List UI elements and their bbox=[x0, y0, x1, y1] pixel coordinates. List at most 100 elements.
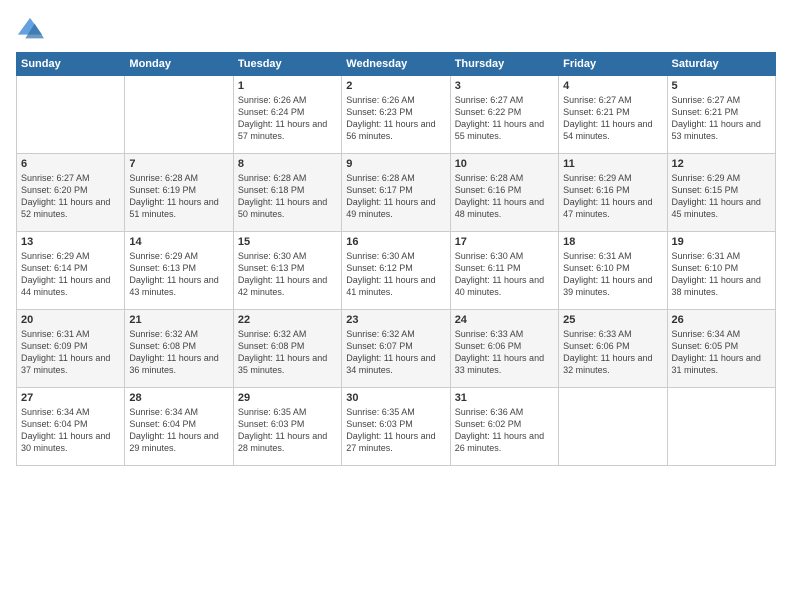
calendar-cell: 31 Sunrise: 6:36 AMSunset: 6:02 PMDayligh… bbox=[450, 388, 558, 466]
day-info: Sunrise: 6:28 AMSunset: 6:16 PMDaylight:… bbox=[455, 172, 554, 221]
day-info: Sunrise: 6:29 AMSunset: 6:14 PMDaylight:… bbox=[21, 250, 120, 299]
calendar-cell: 17 Sunrise: 6:30 AMSunset: 6:11 PMDayligh… bbox=[450, 232, 558, 310]
day-number: 8 bbox=[238, 158, 337, 170]
day-number: 16 bbox=[346, 236, 445, 248]
day-number: 30 bbox=[346, 392, 445, 404]
day-info: Sunrise: 6:27 AMSunset: 6:20 PMDaylight:… bbox=[21, 172, 120, 221]
calendar-cell: 9 Sunrise: 6:28 AMSunset: 6:17 PMDaylight… bbox=[342, 154, 450, 232]
day-number: 17 bbox=[455, 236, 554, 248]
day-info: Sunrise: 6:29 AMSunset: 6:15 PMDaylight:… bbox=[672, 172, 771, 221]
day-number: 22 bbox=[238, 314, 337, 326]
weekday-friday: Friday bbox=[559, 53, 667, 76]
day-info: Sunrise: 6:34 AMSunset: 6:04 PMDaylight:… bbox=[129, 406, 228, 455]
calendar-cell: 3Sunrise: 6:27 AMSunset: 6:22 PMDaylight… bbox=[450, 76, 558, 154]
calendar-cell: 15 Sunrise: 6:30 AMSunset: 6:13 PMDayligh… bbox=[233, 232, 341, 310]
calendar-week-3: 13 Sunrise: 6:29 AMSunset: 6:14 PMDayligh… bbox=[17, 232, 776, 310]
day-info: Sunrise: 6:32 AMSunset: 6:08 PMDaylight:… bbox=[129, 328, 228, 377]
calendar-cell: 27 Sunrise: 6:34 AMSunset: 6:04 PMDayligh… bbox=[17, 388, 125, 466]
calendar-cell: 13 Sunrise: 6:29 AMSunset: 6:14 PMDayligh… bbox=[17, 232, 125, 310]
day-number: 4 bbox=[563, 80, 662, 92]
day-number: 18 bbox=[563, 236, 662, 248]
calendar-header: SundayMondayTuesdayWednesdayThursdayFrid… bbox=[17, 53, 776, 76]
day-info: Sunrise: 6:30 AMSunset: 6:13 PMDaylight:… bbox=[238, 250, 337, 299]
day-number: 9 bbox=[346, 158, 445, 170]
calendar-body: 1Sunrise: 6:26 AMSunset: 6:24 PMDaylight… bbox=[17, 76, 776, 466]
day-info: Sunrise: 6:34 AMSunset: 6:04 PMDaylight:… bbox=[21, 406, 120, 455]
day-info: Sunrise: 6:32 AMSunset: 6:07 PMDaylight:… bbox=[346, 328, 445, 377]
calendar-cell bbox=[17, 76, 125, 154]
day-number: 5 bbox=[672, 80, 771, 92]
weekday-header-row: SundayMondayTuesdayWednesdayThursdayFrid… bbox=[17, 53, 776, 76]
calendar-cell: 10Sunrise: 6:28 AMSunset: 6:16 PMDayligh… bbox=[450, 154, 558, 232]
day-number: 13 bbox=[21, 236, 120, 248]
day-info: Sunrise: 6:26 AMSunset: 6:24 PMDaylight:… bbox=[238, 94, 337, 143]
day-number: 26 bbox=[672, 314, 771, 326]
day-info: Sunrise: 6:36 AMSunset: 6:02 PMDaylight:… bbox=[455, 406, 554, 455]
day-info: Sunrise: 6:34 AMSunset: 6:05 PMDaylight:… bbox=[672, 328, 771, 377]
calendar-cell: 26 Sunrise: 6:34 AMSunset: 6:05 PMDayligh… bbox=[667, 310, 775, 388]
calendar-week-5: 27 Sunrise: 6:34 AMSunset: 6:04 PMDayligh… bbox=[17, 388, 776, 466]
calendar-week-2: 6 Sunrise: 6:27 AMSunset: 6:20 PMDaylight… bbox=[17, 154, 776, 232]
calendar-cell: 30 Sunrise: 6:35 AMSunset: 6:03 PMDayligh… bbox=[342, 388, 450, 466]
day-info: Sunrise: 6:35 AMSunset: 6:03 PMDaylight:… bbox=[346, 406, 445, 455]
day-info: Sunrise: 6:28 AMSunset: 6:18 PMDaylight:… bbox=[238, 172, 337, 221]
calendar-cell: 5 Sunrise: 6:27 AMSunset: 6:21 PMDaylight… bbox=[667, 76, 775, 154]
calendar-cell: 12 Sunrise: 6:29 AMSunset: 6:15 PMDayligh… bbox=[667, 154, 775, 232]
day-number: 21 bbox=[129, 314, 228, 326]
day-info: Sunrise: 6:27 AMSunset: 6:21 PMDaylight:… bbox=[672, 94, 771, 143]
day-info: Sunrise: 6:30 AMSunset: 6:11 PMDaylight:… bbox=[455, 250, 554, 299]
calendar-cell: 23 Sunrise: 6:32 AMSunset: 6:07 PMDayligh… bbox=[342, 310, 450, 388]
calendar-cell: 4 Sunrise: 6:27 AMSunset: 6:21 PMDaylight… bbox=[559, 76, 667, 154]
calendar-cell: 22 Sunrise: 6:32 AMSunset: 6:08 PMDayligh… bbox=[233, 310, 341, 388]
day-info: Sunrise: 6:26 AMSunset: 6:23 PMDaylight:… bbox=[346, 94, 445, 143]
day-info: Sunrise: 6:27 AMSunset: 6:21 PMDaylight:… bbox=[563, 94, 662, 143]
calendar-cell: 24Sunrise: 6:33 AMSunset: 6:06 PMDayligh… bbox=[450, 310, 558, 388]
day-number: 25 bbox=[563, 314, 662, 326]
calendar-cell: 19 Sunrise: 6:31 AMSunset: 6:10 PMDayligh… bbox=[667, 232, 775, 310]
calendar-cell: 7Sunrise: 6:28 AMSunset: 6:19 PMDaylight… bbox=[125, 154, 233, 232]
calendar-cell: 20Sunrise: 6:31 AMSunset: 6:09 PMDayligh… bbox=[17, 310, 125, 388]
day-info: Sunrise: 6:30 AMSunset: 6:12 PMDaylight:… bbox=[346, 250, 445, 299]
calendar-cell: 2Sunrise: 6:26 AMSunset: 6:23 PMDaylight… bbox=[342, 76, 450, 154]
day-number: 11 bbox=[563, 158, 662, 170]
day-number: 14 bbox=[129, 236, 228, 248]
logo-icon bbox=[16, 16, 44, 44]
calendar-cell: 18 Sunrise: 6:31 AMSunset: 6:10 PMDayligh… bbox=[559, 232, 667, 310]
day-number: 27 bbox=[21, 392, 120, 404]
weekday-saturday: Saturday bbox=[667, 53, 775, 76]
calendar-cell bbox=[125, 76, 233, 154]
weekday-sunday: Sunday bbox=[17, 53, 125, 76]
calendar-cell bbox=[667, 388, 775, 466]
day-number: 3 bbox=[455, 80, 554, 92]
calendar-cell: 28 Sunrise: 6:34 AMSunset: 6:04 PMDayligh… bbox=[125, 388, 233, 466]
weekday-thursday: Thursday bbox=[450, 53, 558, 76]
day-number: 28 bbox=[129, 392, 228, 404]
day-info: Sunrise: 6:32 AMSunset: 6:08 PMDaylight:… bbox=[238, 328, 337, 377]
day-info: Sunrise: 6:31 AMSunset: 6:10 PMDaylight:… bbox=[672, 250, 771, 299]
day-number: 20 bbox=[21, 314, 120, 326]
day-number: 12 bbox=[672, 158, 771, 170]
day-number: 29 bbox=[238, 392, 337, 404]
day-number: 31 bbox=[455, 392, 554, 404]
weekday-tuesday: Tuesday bbox=[233, 53, 341, 76]
calendar-cell: 11Sunrise: 6:29 AMSunset: 6:16 PMDayligh… bbox=[559, 154, 667, 232]
day-info: Sunrise: 6:28 AMSunset: 6:17 PMDaylight:… bbox=[346, 172, 445, 221]
day-info: Sunrise: 6:31 AMSunset: 6:10 PMDaylight:… bbox=[563, 250, 662, 299]
page: SundayMondayTuesdayWednesdayThursdayFrid… bbox=[0, 0, 792, 612]
calendar-week-1: 1Sunrise: 6:26 AMSunset: 6:24 PMDaylight… bbox=[17, 76, 776, 154]
calendar-cell: 25 Sunrise: 6:33 AMSunset: 6:06 PMDayligh… bbox=[559, 310, 667, 388]
calendar-week-4: 20Sunrise: 6:31 AMSunset: 6:09 PMDayligh… bbox=[17, 310, 776, 388]
day-number: 6 bbox=[21, 158, 120, 170]
day-info: Sunrise: 6:29 AMSunset: 6:13 PMDaylight:… bbox=[129, 250, 228, 299]
weekday-monday: Monday bbox=[125, 53, 233, 76]
calendar-cell bbox=[559, 388, 667, 466]
day-info: Sunrise: 6:33 AMSunset: 6:06 PMDaylight:… bbox=[455, 328, 554, 377]
header bbox=[16, 16, 776, 44]
weekday-wednesday: Wednesday bbox=[342, 53, 450, 76]
day-number: 23 bbox=[346, 314, 445, 326]
day-info: Sunrise: 6:33 AMSunset: 6:06 PMDaylight:… bbox=[563, 328, 662, 377]
calendar-cell: 21 Sunrise: 6:32 AMSunset: 6:08 PMDayligh… bbox=[125, 310, 233, 388]
day-number: 15 bbox=[238, 236, 337, 248]
calendar-cell: 8 Sunrise: 6:28 AMSunset: 6:18 PMDaylight… bbox=[233, 154, 341, 232]
day-number: 19 bbox=[672, 236, 771, 248]
